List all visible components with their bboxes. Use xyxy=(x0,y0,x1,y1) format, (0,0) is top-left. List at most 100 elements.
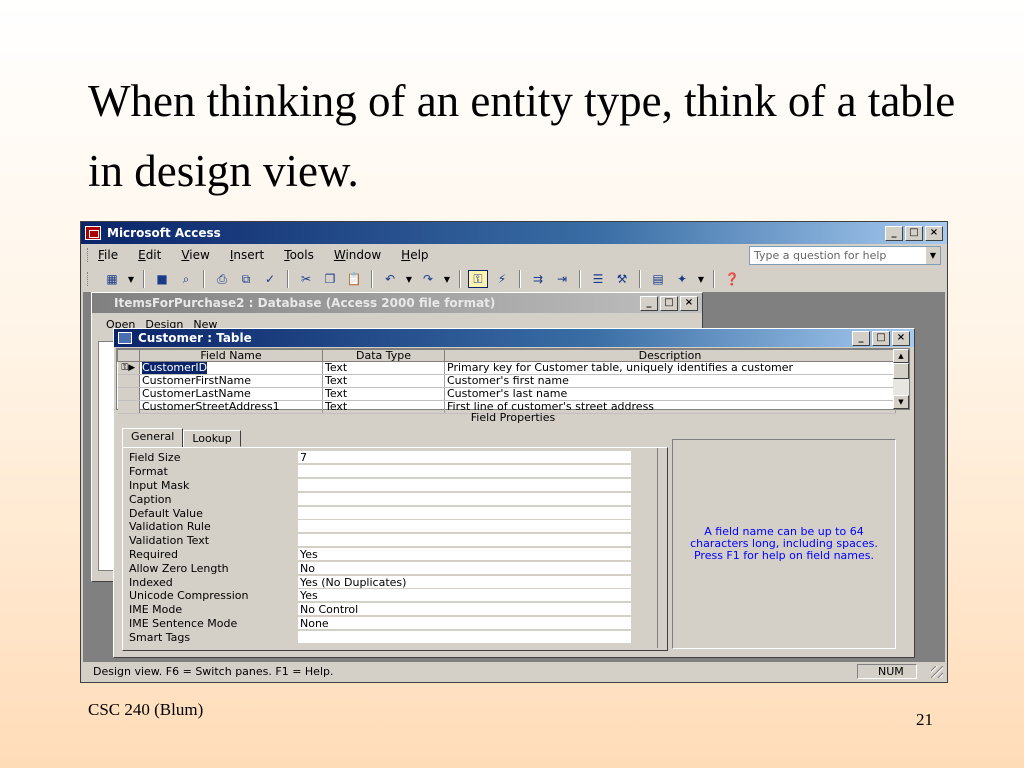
scroll-thumb[interactable] xyxy=(893,363,909,379)
help-icon[interactable]: ❓ xyxy=(722,270,742,288)
property-value[interactable]: 7 xyxy=(298,451,631,465)
indexes-icon[interactable]: ⚡ xyxy=(492,270,512,288)
property-label: Default Value xyxy=(129,506,203,520)
table-row[interactable]: ⚿▶ CustomerID Text Primary key for Custo… xyxy=(117,361,896,375)
new-object-icon[interactable]: ✦ xyxy=(672,270,692,288)
toolbar-grip[interactable] xyxy=(87,272,90,286)
copy-icon[interactable]: ❐ xyxy=(320,270,340,288)
tab-lookup[interactable]: Lookup xyxy=(183,430,241,447)
data-type-cell[interactable]: Text xyxy=(322,374,445,388)
column-header-field-name[interactable]: Field Name xyxy=(139,349,323,362)
properties-scrollbar[interactable] xyxy=(657,448,663,648)
print-icon[interactable]: ⎙ xyxy=(212,270,232,288)
help-question-input[interactable]: Type a question for help ▼ xyxy=(749,245,941,265)
menu-insert[interactable]: Insert xyxy=(230,248,264,262)
property-value[interactable] xyxy=(298,506,631,520)
table-row[interactable]: CustomerLastName Text Customer's last na… xyxy=(117,387,896,401)
print-preview-icon[interactable]: ⧉ xyxy=(236,270,256,288)
row-selector[interactable] xyxy=(117,387,140,401)
save-icon[interactable]: ■ xyxy=(152,270,172,288)
separator xyxy=(371,270,373,288)
statusbar: Design view. F6 = Switch panes. F1 = Hel… xyxy=(83,662,945,680)
description-cell[interactable]: Primary key for Customer table, uniquely… xyxy=(444,361,896,375)
field-name-text: CustomerID xyxy=(142,361,208,374)
menu-edit[interactable]: Edit xyxy=(138,248,161,262)
undo-dropdown-icon[interactable]: ▼ xyxy=(404,270,414,288)
database-window-title: ItemsForPurchase2 : Database (Access 200… xyxy=(114,296,496,310)
property-value[interactable]: Yes xyxy=(298,589,631,603)
separator xyxy=(287,270,289,288)
minimize-button[interactable]: _ xyxy=(885,225,903,241)
column-header-description[interactable]: Description xyxy=(444,349,896,362)
new-object-dropdown-icon[interactable]: ▼ xyxy=(696,270,706,288)
spelling-icon[interactable]: ✓ xyxy=(260,270,280,288)
table-minimize-button[interactable]: _ xyxy=(852,330,870,346)
scroll-down-icon[interactable]: ▼ xyxy=(893,395,909,409)
field-name-cell[interactable]: CustomerID xyxy=(139,361,323,375)
table-close-button[interactable]: × xyxy=(892,330,910,346)
property-value[interactable] xyxy=(298,465,631,479)
redo-dropdown-icon[interactable]: ▼ xyxy=(442,270,452,288)
property-row: Format xyxy=(129,465,663,479)
menu-grip[interactable] xyxy=(87,248,90,262)
property-row: Validation Text xyxy=(129,534,663,548)
chevron-down-icon[interactable]: ▼ xyxy=(926,246,940,264)
property-value[interactable] xyxy=(298,534,631,548)
field-name-cell[interactable]: CustomerLastName xyxy=(139,387,323,401)
menu-window[interactable]: Window xyxy=(334,248,381,262)
table-maximize-button[interactable]: □ xyxy=(872,330,890,346)
property-value[interactable] xyxy=(298,630,631,644)
app-title: Microsoft Access xyxy=(107,226,221,240)
build-icon[interactable]: ⚒ xyxy=(612,270,632,288)
tab-general[interactable]: General xyxy=(122,428,184,448)
property-label: Required xyxy=(129,547,178,561)
primary-key-icon[interactable]: ⚿ xyxy=(468,270,488,288)
view-dropdown-icon[interactable]: ▼ xyxy=(126,270,136,288)
grid-scrollbar[interactable]: ▲ ▼ xyxy=(893,349,909,409)
menu-help[interactable]: Help xyxy=(401,248,428,262)
description-cell[interactable]: Customer's first name xyxy=(444,374,896,388)
property-value[interactable] xyxy=(298,520,631,534)
db-close-button[interactable]: × xyxy=(680,295,698,311)
property-value[interactable]: No Control xyxy=(298,603,631,617)
delete-rows-icon[interactable]: ⇥ xyxy=(552,270,572,288)
property-value[interactable]: None xyxy=(298,616,631,630)
insert-rows-icon[interactable]: ⇉ xyxy=(528,270,548,288)
property-row: Default Value xyxy=(129,506,663,520)
data-type-cell[interactable]: Text xyxy=(322,361,445,375)
search-icon[interactable]: ⌕ xyxy=(176,270,196,288)
property-value[interactable]: Yes (No Duplicates) xyxy=(298,575,631,589)
database-window-icon[interactable]: ▤ xyxy=(648,270,668,288)
redo-icon[interactable]: ↷ xyxy=(418,270,438,288)
separator xyxy=(579,270,581,288)
column-header-data-type[interactable]: Data Type xyxy=(322,349,445,362)
property-row: Field Size 7 xyxy=(129,451,663,465)
property-value[interactable] xyxy=(298,492,631,506)
row-selector[interactable] xyxy=(117,374,140,388)
description-cell[interactable]: Customer's last name xyxy=(444,387,896,401)
paste-icon[interactable]: 📋 xyxy=(344,270,364,288)
undo-icon[interactable]: ↶ xyxy=(380,270,400,288)
menu-tools[interactable]: Tools xyxy=(284,248,314,262)
resize-grip-icon[interactable] xyxy=(931,666,943,678)
property-value[interactable]: Yes xyxy=(298,547,631,561)
property-value[interactable] xyxy=(298,478,631,492)
properties-tabs: General Lookup xyxy=(122,427,668,448)
property-row: Unicode Compression Yes xyxy=(129,589,663,603)
db-minimize-button[interactable]: _ xyxy=(640,295,658,311)
cut-icon[interactable]: ✂ xyxy=(296,270,316,288)
view-icon[interactable]: ▦ xyxy=(102,270,122,288)
data-type-cell[interactable]: Text xyxy=(322,387,445,401)
maximize-button[interactable]: □ xyxy=(905,225,923,241)
primary-key-row-icon[interactable]: ⚿▶ xyxy=(117,361,140,375)
menu-file[interactable]: File xyxy=(98,248,118,262)
scroll-up-icon[interactable]: ▲ xyxy=(893,349,909,363)
properties-icon[interactable]: ☰ xyxy=(588,270,608,288)
table-row[interactable]: CustomerFirstName Text Customer's first … xyxy=(117,374,896,388)
menu-view[interactable]: View xyxy=(181,248,209,262)
property-value[interactable]: No xyxy=(298,561,631,575)
field-name-cell[interactable]: CustomerFirstName xyxy=(139,374,323,388)
property-label: IME Mode xyxy=(129,603,183,617)
db-maximize-button[interactable]: □ xyxy=(660,295,678,311)
close-button[interactable]: × xyxy=(925,225,943,241)
